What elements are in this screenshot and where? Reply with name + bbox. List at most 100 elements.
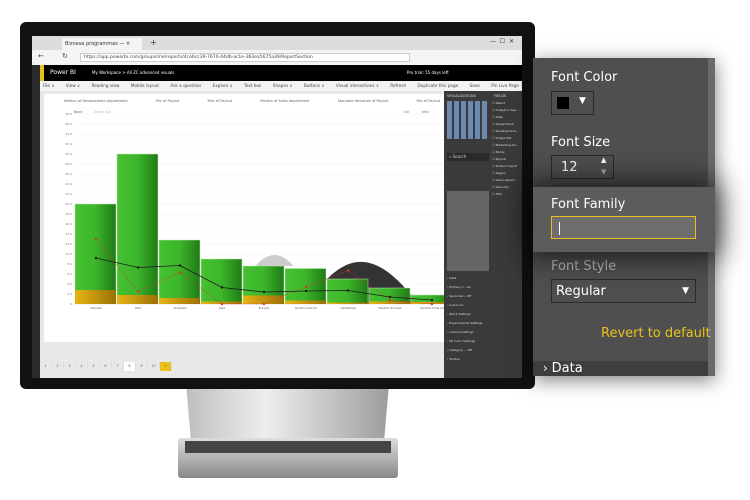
x-tick-label: Central America bbox=[420, 306, 444, 310]
format-section[interactable]: › Secondar... Off bbox=[447, 294, 489, 303]
menu-duplicate-page[interactable]: Duplicate this page bbox=[417, 83, 458, 89]
browser-tab[interactable]: Biznesa programmas — ✕ bbox=[62, 38, 142, 50]
format-section[interactable]: › Stack Settings bbox=[447, 312, 489, 321]
stepper-up-icon[interactable]: ▲ bbox=[601, 156, 606, 164]
left-nav[interactable] bbox=[32, 65, 40, 378]
font-size-label: Font Size bbox=[551, 135, 611, 150]
format-section[interactable]: › License Settings bbox=[447, 330, 489, 339]
y-tick-label: 2 K bbox=[67, 292, 73, 296]
field-item[interactable]: ☐ Seniority bbox=[492, 185, 522, 192]
menu-reading-view[interactable]: Reading view bbox=[92, 83, 120, 89]
page-tab[interactable]: 1 bbox=[40, 362, 52, 371]
y-tick-label: 8 K bbox=[67, 262, 73, 266]
menu-explore[interactable]: Explore ∨ bbox=[213, 83, 233, 89]
field-item[interactable]: ☐ Date bbox=[492, 115, 522, 122]
refresh-icon[interactable]: ↻ bbox=[62, 52, 68, 60]
page-tab[interactable]: 3 bbox=[64, 362, 76, 371]
data-point bbox=[430, 302, 434, 306]
format-section[interactable]: › Toolbar bbox=[447, 357, 489, 366]
field-item[interactable]: ☐ Product mgmt bbox=[492, 164, 522, 171]
format-section[interactable]: › Primary Y... On bbox=[447, 285, 489, 294]
y-tick-label: 16 K bbox=[65, 222, 73, 226]
search-placeholder: Search bbox=[452, 154, 467, 159]
field-item[interactable]: ☐ Department bbox=[492, 122, 522, 129]
font-color-picker[interactable]: ▼ bbox=[551, 91, 594, 115]
y-tick-label: 10 K bbox=[65, 252, 73, 256]
page-tab[interactable]: 2 bbox=[52, 362, 64, 371]
menu-file[interactable]: File ∨ bbox=[43, 83, 54, 89]
field-item[interactable]: ☐ Marketing de... bbox=[492, 143, 522, 150]
page-tab[interactable]: 4 bbox=[76, 362, 88, 371]
bar-min-payout bbox=[159, 298, 200, 304]
menu-visual-interactions[interactable]: Visual interactions ∨ bbox=[336, 83, 379, 89]
field-item[interactable]: ☐ Sales depart... bbox=[492, 178, 522, 185]
bar-min-payout bbox=[285, 300, 326, 304]
menu-buttons[interactable]: Buttons ∨ bbox=[304, 83, 325, 89]
font-size-stepper[interactable]: 12 ▲ ▼ bbox=[551, 155, 614, 179]
y-tick-label: 6 K bbox=[67, 272, 73, 276]
field-item[interactable]: ☐ Select bbox=[492, 101, 522, 108]
font-family-input[interactable] bbox=[551, 216, 696, 239]
menu-shapes[interactable]: Shapes ∨ bbox=[273, 83, 293, 89]
bar-min-payout bbox=[369, 301, 410, 304]
menu-mobile-layout[interactable]: Mobile layout bbox=[131, 83, 159, 89]
y-tick-label: 12 K bbox=[65, 242, 73, 246]
stepper-down-icon[interactable]: ▼ bbox=[601, 168, 606, 176]
format-section[interactable]: › Fill Color Settings bbox=[447, 339, 489, 348]
chevron-down-icon: ▼ bbox=[579, 96, 586, 106]
page-tab[interactable]: 5 bbox=[88, 362, 100, 371]
menu-pin-live-page[interactable]: Pin Live Page bbox=[491, 83, 519, 89]
search-input[interactable]: ⌕ Search bbox=[447, 153, 489, 161]
page-tab[interactable]: 9 bbox=[136, 362, 148, 371]
monitor-base-shadow bbox=[185, 441, 391, 453]
y-tick-label: 34 K bbox=[65, 132, 73, 136]
back-icon[interactable]: ← bbox=[38, 52, 44, 60]
visual-icons-grid[interactable] bbox=[447, 101, 489, 139]
menu-view[interactable]: View ∨ bbox=[66, 83, 80, 89]
menu-ask-question[interactable]: Ask a question bbox=[170, 83, 201, 89]
text-caret bbox=[559, 222, 560, 235]
monitor-stand bbox=[186, 389, 389, 439]
screen: Biznesa programmas — ✕ + — ☐ ✕ ← ↻ https… bbox=[32, 36, 522, 378]
data-point bbox=[136, 290, 140, 293]
data-point bbox=[346, 269, 350, 272]
y-tick-label: 14 K bbox=[65, 232, 73, 236]
format-section[interactable]: › Experimental Settings bbox=[447, 321, 489, 330]
window-controls[interactable]: — ☐ ✕ bbox=[490, 38, 514, 45]
format-section[interactable]: › X-Axis On bbox=[447, 303, 489, 312]
page-tab[interactable]: 7 bbox=[112, 362, 124, 371]
breadcrumb[interactable]: My Workspace > All ZC advanced visuals bbox=[92, 70, 174, 75]
data-point bbox=[346, 289, 350, 292]
menu-save[interactable]: Save bbox=[470, 83, 480, 89]
field-item[interactable]: ☐ Region bbox=[492, 171, 522, 178]
field-item[interactable]: ☐ Development... bbox=[492, 129, 522, 136]
page-tab[interactable]: 8 bbox=[124, 362, 136, 371]
font-size-value: 12 bbox=[561, 160, 578, 175]
y-tick-label: 20 K bbox=[65, 202, 73, 206]
menu-refresh[interactable]: Refresh bbox=[390, 83, 406, 89]
data-section-header[interactable]: › Data bbox=[533, 361, 708, 376]
field-item[interactable]: ☐ Payout bbox=[492, 157, 522, 164]
x-tick-label: Canada bbox=[90, 306, 102, 310]
menu-text-box[interactable]: Text box bbox=[244, 83, 261, 89]
y-tick-label: 36 K bbox=[65, 122, 73, 126]
powerbi-header: Power BI My Workspace > All ZC advanced … bbox=[32, 65, 522, 81]
format-section[interactable]: › Data bbox=[447, 276, 489, 285]
bar-chart: 0 2 K 4 K 6 K 8 K 10 K 12 K 14 K 16 K 18 K 20 K 22 … bbox=[65, 112, 444, 310]
new-tab-icon[interactable]: + bbox=[150, 38, 157, 47]
add-page-button[interactable]: + bbox=[160, 362, 172, 371]
bar-max-payout bbox=[74, 203, 117, 305]
field-item[interactable]: ☐ Analytics dep... bbox=[492, 108, 522, 115]
bar-min-payout bbox=[75, 290, 116, 304]
field-item[interactable]: ☐ Name bbox=[492, 150, 522, 157]
url-input[interactable]: https://app.powerbi.com/groups/me/report… bbox=[80, 53, 410, 62]
page-tab[interactable]: 10 bbox=[148, 362, 160, 371]
page-tab[interactable]: 6 bbox=[100, 362, 112, 371]
data-point bbox=[220, 286, 224, 289]
field-item[interactable]: ☐ Title bbox=[492, 192, 522, 199]
format-section[interactable]: › Category ... Off bbox=[447, 348, 489, 357]
font-style-select[interactable]: Regular ▼ bbox=[551, 279, 696, 303]
revert-to-default-link[interactable]: Revert to default bbox=[601, 326, 711, 341]
x-tick-label: Australia bbox=[173, 306, 186, 310]
field-item[interactable]: ☐ Image URL bbox=[492, 136, 522, 143]
